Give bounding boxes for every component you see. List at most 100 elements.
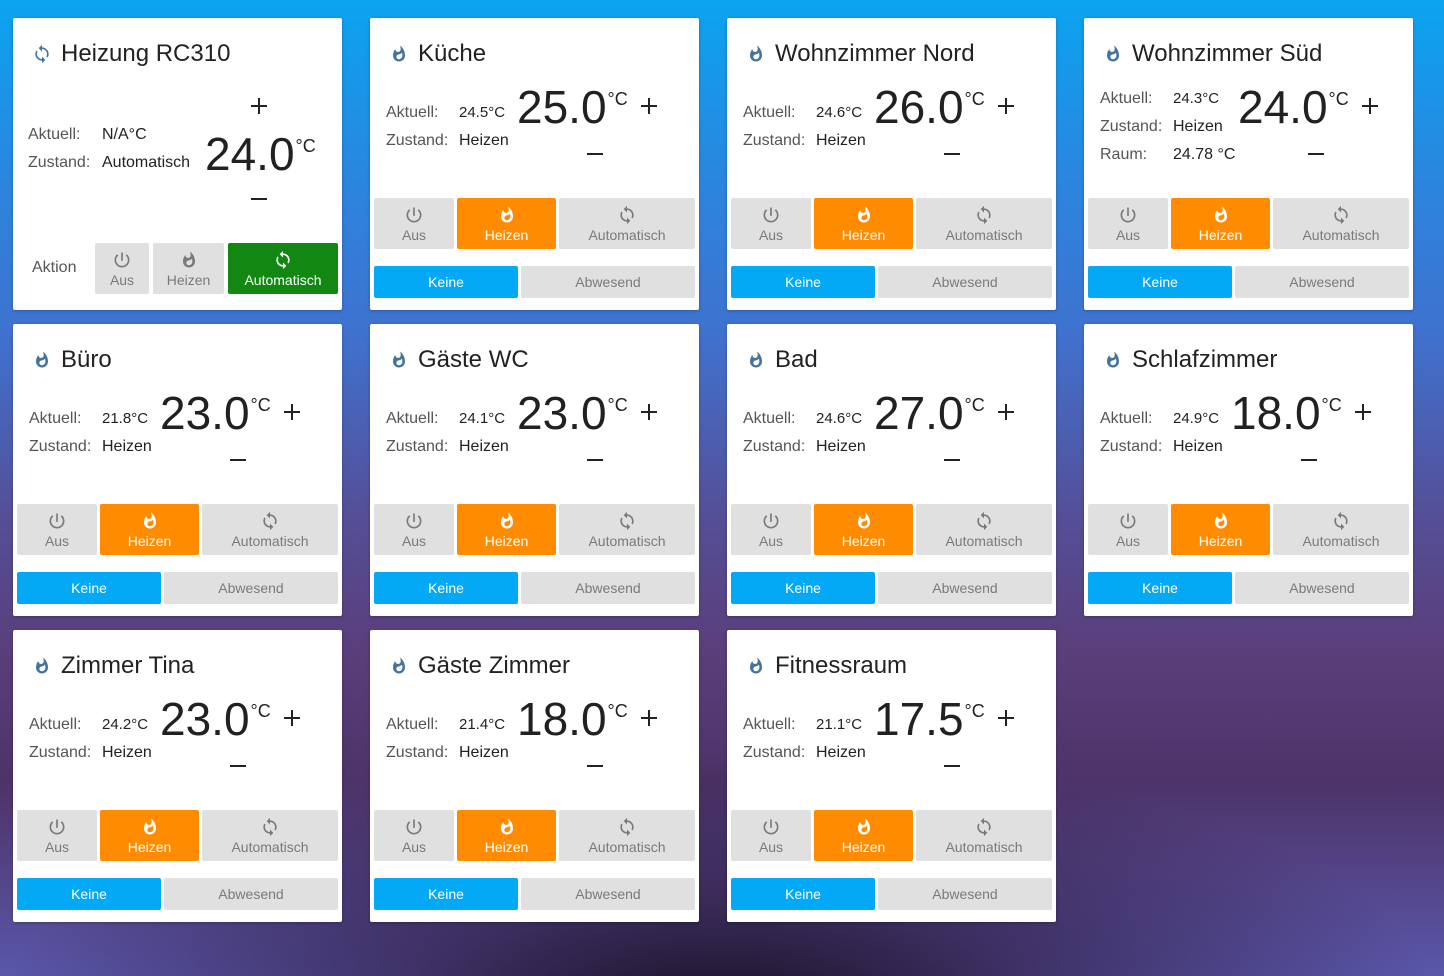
power-icon — [404, 817, 424, 837]
mode-label: Automatisch — [945, 532, 1023, 549]
preset-away-button[interactable]: Abwesend — [164, 878, 338, 910]
decrease-temp-button[interactable] — [1297, 450, 1321, 474]
mode-heizen-button[interactable]: Heizen — [457, 198, 556, 249]
mode-automatisch-button[interactable]: Automatisch — [202, 504, 338, 555]
mode-automatisch-button[interactable]: Automatisch — [202, 810, 338, 861]
mode-label: Heizen — [841, 838, 886, 855]
decrease-temp-button[interactable] — [226, 450, 250, 474]
mode-automatisch-button[interactable]: Automatisch — [559, 504, 695, 555]
decrease-temp-button[interactable] — [583, 144, 607, 168]
increase-temp-button[interactable] — [637, 96, 661, 120]
mode-aus-button[interactable]: Aus — [731, 198, 811, 249]
increase-temp-button[interactable] — [247, 96, 271, 120]
target-value: 26.0 — [874, 81, 964, 133]
preset-none-button[interactable]: Keine — [1088, 266, 1232, 298]
preset-label: Keine — [785, 886, 821, 902]
decrease-temp-button[interactable] — [583, 756, 607, 780]
mode-heizen-button[interactable]: Heizen — [814, 504, 913, 555]
decrease-temp-button[interactable] — [247, 189, 271, 213]
state-value: Heizen — [459, 438, 509, 455]
preset-none-button[interactable]: Keine — [374, 572, 518, 604]
mode-automatisch-button[interactable]: Automatisch — [1273, 504, 1409, 555]
mode-automatisch-button[interactable]: Automatisch — [916, 810, 1052, 861]
thermostat-card: Gäste WC Aktuell: 24.1°C Zustand: Heizen 23.0… — [370, 324, 699, 616]
decrease-temp-button[interactable] — [1304, 144, 1328, 168]
state-label: Zustand: — [743, 132, 806, 149]
mode-aus-button[interactable]: Aus — [731, 504, 811, 555]
mode-automatisch-button[interactable]: Automatisch — [559, 810, 695, 861]
mode-heizen-button[interactable]: Heizen — [1171, 198, 1270, 249]
mode-aus-button[interactable]: Aus — [95, 243, 149, 294]
mode-label: Automatisch — [1302, 532, 1380, 549]
mode-aus-button[interactable]: Aus — [17, 810, 97, 861]
mode-heizen-button[interactable]: Heizen — [814, 198, 913, 249]
mode-automatisch-button[interactable]: Automatisch — [916, 198, 1052, 249]
mode-heizen-button[interactable]: Heizen — [814, 810, 913, 861]
increase-temp-button[interactable] — [994, 96, 1018, 120]
mode-heizen-button[interactable]: Heizen — [100, 810, 199, 861]
increase-temp-button[interactable] — [994, 402, 1018, 426]
preset-away-button[interactable]: Abwesend — [878, 266, 1052, 298]
mode-aus-button[interactable]: Aus — [17, 504, 97, 555]
mode-automatisch-button[interactable]: Automatisch — [228, 243, 338, 294]
minus-icon — [229, 757, 247, 780]
mode-label: Automatisch — [588, 532, 666, 549]
mode-heizen-button[interactable]: Heizen — [457, 504, 556, 555]
mode-heizen-button[interactable]: Heizen — [153, 243, 224, 294]
mode-aus-button[interactable]: Aus — [374, 198, 454, 249]
preset-label: Abwesend — [932, 886, 998, 902]
mode-automatisch-button[interactable]: Automatisch — [916, 504, 1052, 555]
state-value: Heizen — [459, 132, 509, 149]
decrease-temp-button[interactable] — [940, 756, 964, 780]
preset-away-button[interactable]: Abwesend — [878, 572, 1052, 604]
increase-temp-button[interactable] — [1351, 402, 1375, 426]
mode-automatisch-button[interactable]: Automatisch — [559, 198, 695, 249]
preset-none-button[interactable]: Keine — [374, 266, 518, 298]
mode-aus-button[interactable]: Aus — [731, 810, 811, 861]
preset-none-button[interactable]: Keine — [731, 572, 875, 604]
minus-icon — [586, 757, 604, 780]
preset-away-button[interactable]: Abwesend — [521, 878, 695, 910]
preset-none-button[interactable]: Keine — [1088, 572, 1232, 604]
mode-label: Aus — [758, 838, 784, 855]
mode-label: Heizen — [1198, 532, 1243, 549]
increase-temp-button[interactable] — [637, 402, 661, 426]
decrease-temp-button[interactable] — [226, 756, 250, 780]
mode-aus-button[interactable]: Aus — [1088, 198, 1168, 249]
preset-away-button[interactable]: Abwesend — [1235, 266, 1409, 298]
mode-heizen-button[interactable]: Heizen — [457, 810, 556, 861]
mode-aus-button[interactable]: Aus — [1088, 504, 1168, 555]
preset-none-button[interactable]: Keine — [731, 266, 875, 298]
preset-away-button[interactable]: Abwesend — [164, 572, 338, 604]
preset-none-button[interactable]: Keine — [731, 878, 875, 910]
mode-label: Aus — [44, 532, 70, 549]
mode-aus-button[interactable]: Aus — [374, 504, 454, 555]
increase-temp-button[interactable] — [280, 402, 304, 426]
state-label: Zustand: — [1100, 438, 1163, 455]
decrease-temp-button[interactable] — [940, 144, 964, 168]
mode-aus-button[interactable]: Aus — [374, 810, 454, 861]
increase-temp-button[interactable] — [280, 708, 304, 732]
mode-heizen-button[interactable]: Heizen — [100, 504, 199, 555]
increase-temp-button[interactable] — [1358, 96, 1382, 120]
power-icon — [404, 511, 424, 531]
preset-away-button[interactable]: Abwesend — [521, 266, 695, 298]
preset-away-button[interactable]: Abwesend — [521, 572, 695, 604]
increase-temp-button[interactable] — [994, 708, 1018, 732]
preset-away-button[interactable]: Abwesend — [878, 878, 1052, 910]
preset-away-button[interactable]: Abwesend — [1235, 572, 1409, 604]
preset-none-button[interactable]: Keine — [17, 878, 161, 910]
target-value: 18.0 — [517, 693, 607, 745]
mode-heizen-button[interactable]: Heizen — [1171, 504, 1270, 555]
mode-automatisch-button[interactable]: Automatisch — [1273, 198, 1409, 249]
preset-none-button[interactable]: Keine — [17, 572, 161, 604]
increase-temp-button[interactable] — [637, 708, 661, 732]
current-label: Aktuell: — [29, 410, 82, 427]
decrease-temp-button[interactable] — [940, 450, 964, 474]
preset-none-button[interactable]: Keine — [374, 878, 518, 910]
mode-label: Aus — [758, 532, 784, 549]
state-label: Zustand: — [743, 438, 806, 455]
decrease-temp-button[interactable] — [583, 450, 607, 474]
flame-icon — [497, 511, 517, 531]
state-value: Heizen — [459, 744, 509, 761]
